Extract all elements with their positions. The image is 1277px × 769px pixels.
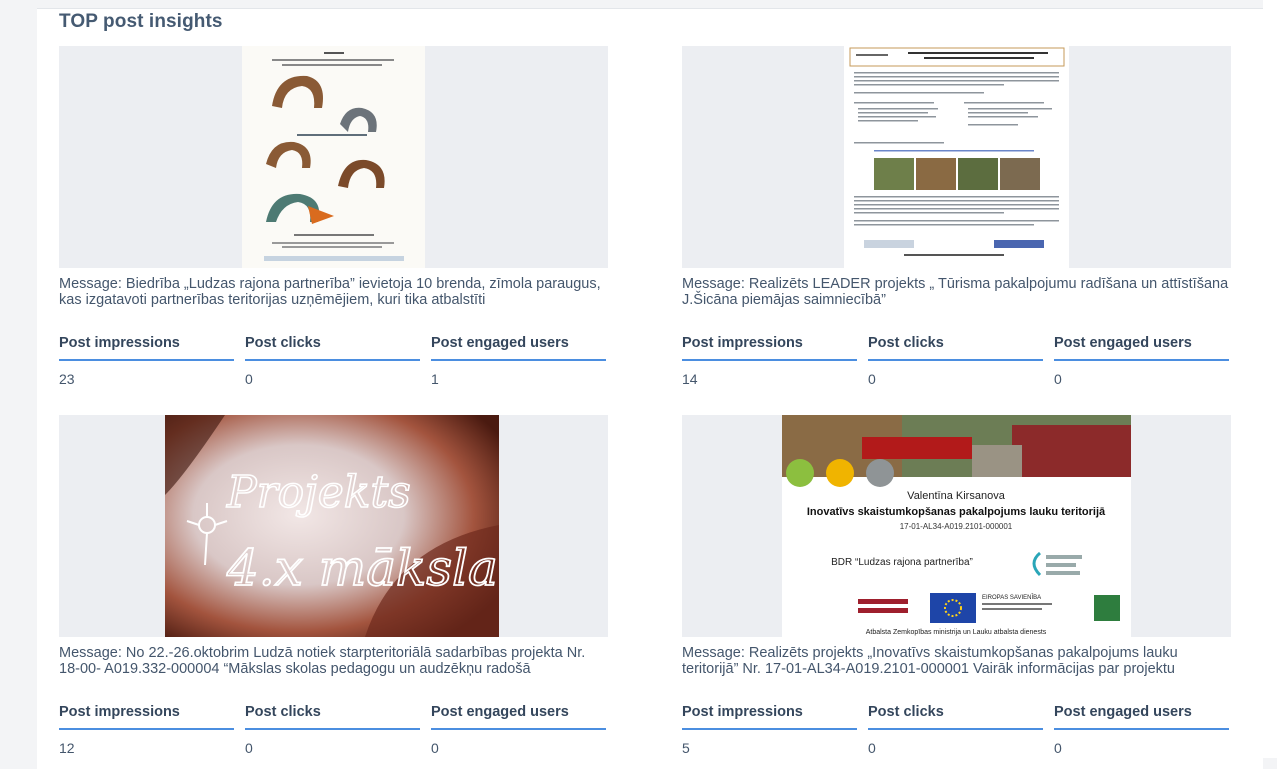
post-message: Message: Realizēts projekts „Inovatīvs s… [682,645,1178,677]
post-message: Message: Biedrība „Ludzas rajona partner… [59,276,601,308]
image-org: BDR “Ludzas rajona partnerība” [831,557,973,568]
stat-impressions-value: 5 [682,740,690,756]
stat-engaged-value: 0 [1054,740,1062,756]
image-project: Inovatīvs skaistumkopšanas pakalpojums l… [807,506,1106,518]
stat-clicks-value: 0 [245,740,253,756]
stat-engaged: Post engaged users 0 [1054,704,1229,756]
post-thumbnail[interactable]: Valentīna Kirsanova Inovatīvs skaistumko… [682,415,1231,637]
image-text-projekts: Projekts [226,467,411,518]
stat-impressions-value: 12 [59,740,75,756]
stat-clicks-label: Post clicks [245,335,420,361]
stat-impressions-value: 14 [682,371,698,387]
image-number: 17-01-AL34-A019.2101-000001 [900,522,1013,531]
stat-clicks-label: Post clicks [245,704,420,730]
stat-clicks-label: Post clicks [868,335,1043,361]
stat-impressions-label: Post impressions [59,335,234,361]
stat-clicks-value: 0 [245,371,253,387]
stat-clicks: Post clicks 0 [868,335,1043,387]
stat-engaged-value: 0 [431,740,439,756]
stat-engaged-value: 1 [431,371,439,387]
stat-engaged-value: 0 [1054,371,1062,387]
stat-engaged-label: Post engaged users [1054,704,1229,730]
stat-impressions-label: Post impressions [682,704,857,730]
post-image: Valentīna Kirsanova Inovatīvs skaistumko… [782,415,1131,637]
post-image [844,46,1069,268]
stat-clicks-label: Post clicks [868,704,1043,730]
stat-engaged-label: Post engaged users [431,704,606,730]
stat-clicks: Post clicks 0 [868,704,1043,756]
image-name: Valentīna Kirsanova [907,490,1006,502]
stat-engaged: Post engaged users 0 [431,704,606,756]
post-image: Projekts 4.x māksla [165,415,499,637]
stat-engaged: Post engaged users 0 [1054,335,1229,387]
stat-engaged: Post engaged users 1 [431,335,606,387]
stat-impressions-label: Post impressions [682,335,857,361]
stat-impressions: Post impressions 12 [59,704,234,756]
post-thumbnail[interactable]: Projekts 4.x māksla [59,415,608,637]
stat-clicks-value: 0 [868,740,876,756]
stat-clicks: Post clicks 0 [245,335,420,387]
scrollbar[interactable] [1263,0,1277,758]
stat-engaged-label: Post engaged users [431,335,606,361]
post-thumbnail[interactable] [59,46,608,268]
post-thumbnail[interactable] [682,46,1231,268]
stat-impressions: Post impressions 14 [682,335,857,387]
stat-clicks-value: 0 [868,371,876,387]
stat-engaged-label: Post engaged users [1054,335,1229,361]
stat-impressions: Post impressions 5 [682,704,857,756]
post-message: Message: No 22.-26.oktobrim Ludzā notiek… [59,645,586,677]
stat-impressions-label: Post impressions [59,704,234,730]
post-image [242,46,425,268]
image-text-maksla: 4.x māksla [226,539,498,597]
post-message: Message: Realizēts LEADER projekts „ Tūr… [682,276,1229,308]
stat-clicks: Post clicks 0 [245,704,420,756]
image-footer: Atbalsta Zemkopības ministrija un Lauku … [866,629,1047,636]
stat-impressions-value: 23 [59,371,75,387]
image-eu: EIROPAS SAVIENĪBA [982,594,1041,601]
stat-impressions: Post impressions 23 [59,335,234,387]
section-title: TOP post insights [59,11,223,32]
